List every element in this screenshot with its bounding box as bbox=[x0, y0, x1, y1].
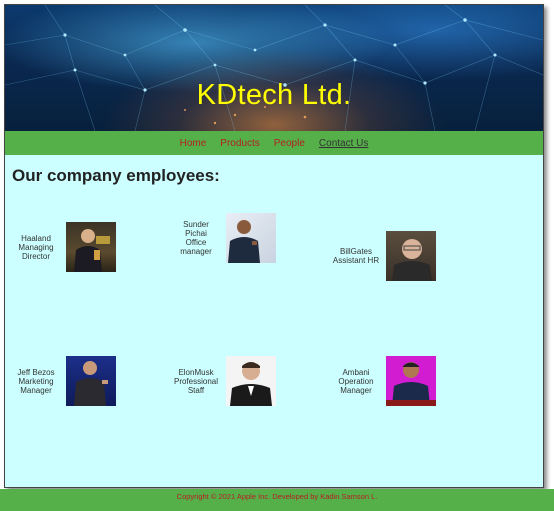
employee-card-sunder-pichai: Sunder Pichai Office manager bbox=[166, 213, 276, 263]
employee-photo bbox=[66, 356, 116, 406]
employee-role: Managing bbox=[18, 242, 54, 252]
employee-role: Professional bbox=[173, 376, 219, 386]
employee-name: Pichai bbox=[185, 229, 207, 238]
employee-caption: Sunder Pichai Office manager bbox=[166, 220, 226, 256]
employee-name: Sunder bbox=[183, 220, 209, 229]
employee-role: Staff bbox=[187, 385, 205, 395]
employee-card-ambani: Ambani Operation Manager bbox=[326, 356, 436, 406]
employee-name: BillGates bbox=[339, 247, 372, 256]
nav-link-people[interactable]: People bbox=[273, 138, 306, 149]
employee-name: Ambani bbox=[342, 367, 370, 377]
footer: Copyright © 2021 Apple Inc. Developed by… bbox=[0, 489, 554, 511]
employee-role: Assistant HR bbox=[332, 256, 380, 265]
employee-caption: Jeff Bezos Marketing Manager bbox=[6, 368, 66, 395]
employee-name: ElonMusk bbox=[178, 367, 214, 377]
nav-bar: Home Products People Contact Us bbox=[5, 131, 543, 155]
copyright-text: Copyright © 2021 Apple Inc. Developed by… bbox=[176, 492, 378, 501]
employee-card-haaland: Haaland Managing Director bbox=[6, 222, 116, 272]
employee-name: Jeff Bezos bbox=[17, 367, 55, 377]
employee-role: Manager bbox=[20, 385, 52, 395]
employee-role: Manager bbox=[340, 385, 372, 395]
employee-photo bbox=[226, 356, 276, 406]
employee-caption: Haaland Managing Director bbox=[6, 234, 66, 261]
employee-card-billgates: BillGates Assistant HR bbox=[326, 231, 436, 281]
employee-role: Office bbox=[185, 238, 207, 247]
nav-link-contact-us[interactable]: Contact Us bbox=[318, 138, 369, 149]
employee-name: Haaland bbox=[21, 233, 51, 243]
employee-photo bbox=[386, 231, 436, 281]
employee-card-jeff-bezos: Jeff Bezos Marketing Manager bbox=[6, 356, 116, 406]
employee-caption: Ambani Operation Manager bbox=[326, 368, 386, 395]
employee-photo bbox=[226, 213, 276, 263]
employee-role: manager bbox=[180, 247, 212, 256]
employee-photo bbox=[66, 222, 116, 272]
employee-caption: ElonMusk Professional Staff bbox=[166, 368, 226, 395]
nav-link-home[interactable]: Home bbox=[179, 138, 208, 149]
page-container: KDtech Ltd. Home Products People Contact… bbox=[4, 4, 544, 488]
employee-photo bbox=[386, 356, 436, 406]
employee-card-elonmusk: ElonMusk Professional Staff bbox=[166, 356, 276, 406]
header-banner: KDtech Ltd. bbox=[5, 5, 543, 131]
site-title: KDtech Ltd. bbox=[196, 79, 352, 111]
nav-link-products[interactable]: Products bbox=[219, 138, 260, 149]
employee-role: Director bbox=[21, 251, 50, 261]
network-background-graphic bbox=[5, 5, 543, 131]
employee-role: Marketing bbox=[18, 376, 54, 386]
employee-role: Operation bbox=[338, 376, 374, 386]
page-heading: Our company employees: bbox=[12, 166, 220, 185]
employee-caption: BillGates Assistant HR bbox=[326, 247, 386, 265]
